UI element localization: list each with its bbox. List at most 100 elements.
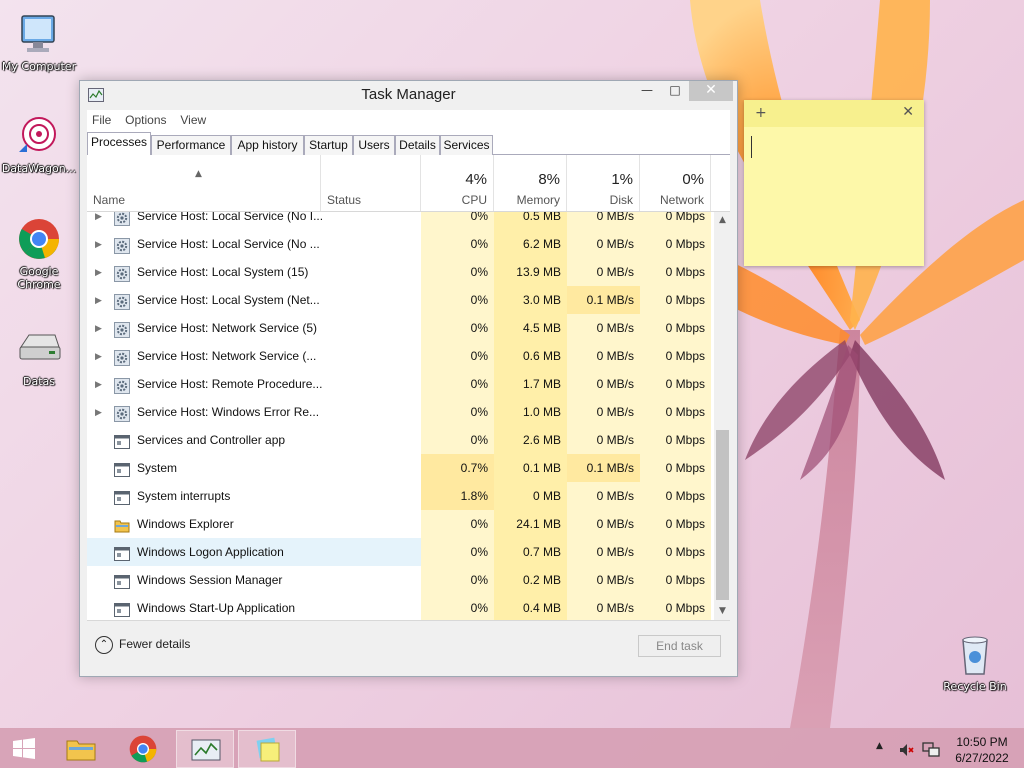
process-list: ▲ Name Status 4% CPU 8% Memory 1% Disk 0… — [87, 155, 730, 620]
tab-users[interactable]: Users — [353, 135, 395, 155]
desktop-icon-datawagon[interactable]: DataWagon... — [1, 112, 77, 175]
process-name-cell: System — [87, 454, 321, 482]
table-row[interactable]: Windows Logon Application 0% 0.7 MB 0 MB/s 0… — [87, 538, 711, 566]
table-row[interactable]: ▶ Service Host: Local System (Net... 0% 3.0… — [87, 286, 711, 314]
tab-strip: Processes Performance App history Startu… — [87, 132, 730, 156]
scroll-up-icon[interactable]: ▲ — [714, 212, 730, 229]
column-header-name[interactable]: ▲ Name — [87, 155, 321, 211]
process-cpu: 0% — [421, 398, 494, 426]
process-memory: 24.1 MB — [494, 510, 567, 538]
chrome-icon — [15, 215, 63, 263]
add-note-icon[interactable]: + — [755, 105, 767, 121]
table-row[interactable]: ▶ Service Host: Remote Procedure... 0% 1.7 … — [87, 370, 711, 398]
clock[interactable]: 10:50 PM 6/27/2022 — [952, 734, 1012, 766]
expand-chevron-icon[interactable]: ▶ — [95, 398, 102, 426]
process-memory: 2.6 MB — [494, 426, 567, 454]
tab-services[interactable]: Services — [440, 135, 493, 155]
tab-performance[interactable]: Performance — [151, 135, 231, 155]
drive-icon — [15, 325, 63, 373]
expand-chevron-icon[interactable]: ▶ — [95, 230, 102, 258]
minimize-button[interactable]: — — [633, 81, 661, 101]
menu-options[interactable]: Options — [120, 110, 171, 127]
table-row[interactable]: ▶ Service Host: Local Service (No I... 0% 0… — [87, 212, 711, 230]
desktop-icon-recycle-bin[interactable]: Recycle Bin — [937, 630, 1013, 693]
taskbar-sticky-notes[interactable] — [238, 730, 296, 768]
menu-view[interactable]: View — [175, 110, 211, 127]
taskbar-chrome[interactable] — [114, 730, 172, 768]
scroll-down-icon[interactable]: ▼ — [714, 603, 730, 620]
expand-chevron-icon[interactable]: ▶ — [95, 342, 102, 370]
end-task-button[interactable]: End task — [638, 635, 721, 657]
expand-chevron-icon[interactable]: ▶ — [95, 370, 102, 398]
table-row[interactable]: Windows Start-Up Application 0% 0.4 MB 0 MB… — [87, 594, 711, 620]
tab-details[interactable]: Details — [395, 135, 440, 155]
start-button[interactable] — [0, 730, 48, 768]
column-header-network[interactable]: 0% Network — [640, 155, 711, 211]
close-button[interactable]: ✕ — [689, 81, 733, 101]
expand-chevron-icon[interactable]: ▶ — [95, 286, 102, 314]
process-memory: 0 MB — [494, 482, 567, 510]
process-memory: 6.2 MB — [494, 230, 567, 258]
process-cpu: 0% — [421, 538, 494, 566]
table-row[interactable]: System 0.7% 0.1 MB 0.1 MB/s 0 Mbps — [87, 454, 711, 482]
process-name-cell: ▶ Service Host: Local System (15) — [87, 258, 321, 286]
menu-file[interactable]: File — [87, 110, 116, 127]
process-cpu: 0% — [421, 510, 494, 538]
process-status-cell — [321, 342, 421, 370]
table-row[interactable]: Services and Controller app 0% 2.6 MB 0 MB/… — [87, 426, 711, 454]
column-header-memory[interactable]: 8% Memory — [494, 155, 567, 211]
app-window-icon — [114, 488, 130, 505]
process-memory: 4.5 MB — [494, 314, 567, 342]
sticky-note[interactable]: + ✕ — [744, 100, 924, 266]
column-header-cpu[interactable]: 4% CPU — [421, 155, 494, 211]
folder-icon — [66, 740, 96, 761]
process-network: 0 Mbps — [640, 398, 711, 426]
table-row[interactable]: Windows Explorer 0% 24.1 MB 0 MB/s 0 Mbps — [87, 510, 711, 538]
process-name: Service Host: Local System (15) — [137, 265, 309, 279]
desktop-icon-datas[interactable]: Datas — [1, 325, 77, 388]
process-cpu: 0% — [421, 342, 494, 370]
table-row[interactable]: ▶ Service Host: Network Service (5) 0% 4.5 … — [87, 314, 711, 342]
table-row[interactable]: ▶ Service Host: Windows Error Re... 0% 1.0 … — [87, 398, 711, 426]
table-row[interactable]: ▶ Service Host: Local System (15) 0% 13.9 M… — [87, 258, 711, 286]
network-icon[interactable] — [922, 741, 940, 758]
process-network: 0 Mbps — [640, 454, 711, 482]
vertical-scrollbar[interactable]: ▲ ▼ — [714, 212, 730, 620]
desktop-icon-google-chrome[interactable]: Google Chrome — [1, 215, 77, 291]
tab-app-history[interactable]: App history — [231, 135, 304, 155]
close-icon[interactable]: ✕ — [902, 104, 914, 120]
process-name: Service Host: Remote Procedure... — [137, 377, 323, 391]
process-status-cell — [321, 510, 421, 538]
column-header-disk[interactable]: 1% Disk — [567, 155, 640, 211]
process-network: 0 Mbps — [640, 594, 711, 620]
gear-icon — [114, 292, 130, 310]
gear-icon — [114, 404, 130, 422]
table-row[interactable]: Windows Session Manager 0% 0.2 MB 0 MB/s 0 M… — [87, 566, 711, 594]
table-row[interactable]: ▶ Service Host: Local Service (No ... 0% 6.… — [87, 230, 711, 258]
expand-chevron-icon[interactable]: ▶ — [95, 212, 102, 230]
process-disk: 0 MB/s — [567, 426, 640, 454]
chrome-icon — [129, 735, 157, 763]
process-name-cell: ▶ Service Host: Network Service (5) — [87, 314, 321, 342]
scroll-thumb[interactable] — [716, 430, 729, 600]
column-header-status[interactable]: Status — [321, 155, 421, 211]
tab-processes[interactable]: Processes — [87, 132, 151, 156]
taskbar-task-manager[interactable] — [176, 730, 234, 768]
speaker-muted-icon[interactable] — [898, 742, 914, 758]
expand-chevron-icon[interactable]: ▶ — [95, 314, 102, 342]
table-row[interactable]: ▶ Service Host: Network Service (... 0% 0.6… — [87, 342, 711, 370]
process-disk: 0 MB/s — [567, 212, 640, 230]
gear-icon — [114, 348, 130, 366]
title-bar[interactable]: Task Manager — □ ✕ — [80, 81, 737, 110]
process-network: 0 Mbps — [640, 212, 711, 230]
show-hidden-icons-icon[interactable]: ▲ — [876, 741, 883, 751]
table-row[interactable]: System interrupts 1.8% 0 MB 0 MB/s 0 Mbps — [87, 482, 711, 510]
process-name-cell: System interrupts — [87, 482, 321, 510]
desktop-icon-my-computer[interactable]: My Computer — [1, 10, 77, 73]
taskbar-file-explorer[interactable] — [52, 730, 110, 768]
tab-startup[interactable]: Startup — [304, 135, 353, 155]
expand-chevron-icon[interactable]: ▶ — [95, 258, 102, 286]
fewer-details-button[interactable]: ⌃ Fewer details — [95, 636, 190, 656]
maximize-button[interactable]: □ — [661, 81, 689, 101]
taskbar: ▲ 10:50 PM 6/27/2022 — [0, 728, 1024, 768]
